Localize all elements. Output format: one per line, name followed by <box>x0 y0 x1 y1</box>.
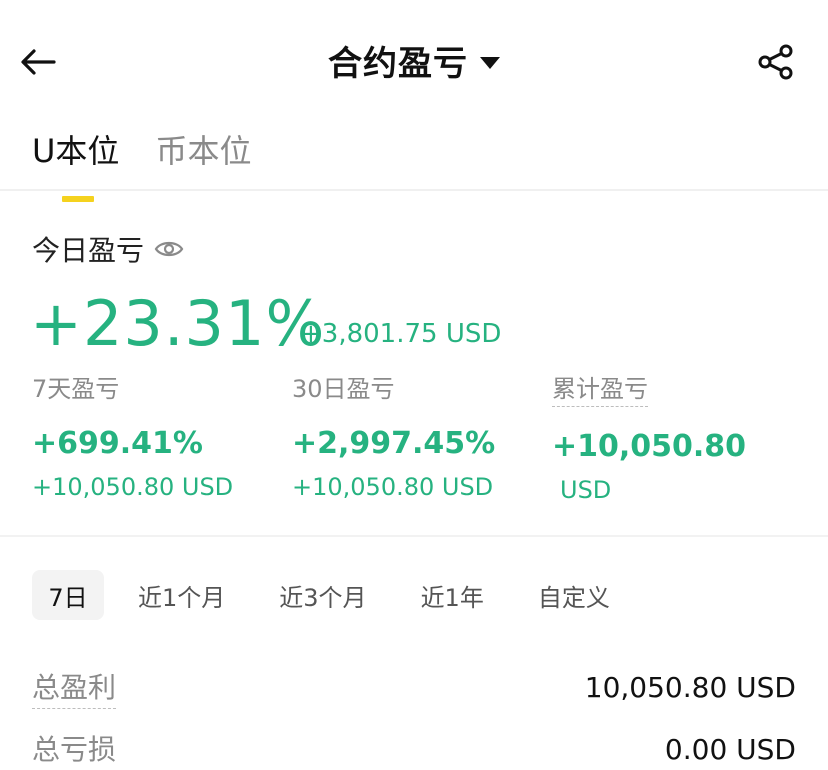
pnl-overview: 今日盈亏 +23.31% +3,801.75 USD 7天盈亏 +699.41%… <box>0 191 828 535</box>
summary-total-profit: 总盈利 10,050.80 USD <box>32 666 796 709</box>
range-7d[interactable]: 7日 <box>32 570 104 620</box>
range-custom[interactable]: 自定义 <box>538 570 610 620</box>
today-label-row: 今日盈亏 <box>32 229 186 269</box>
stat-30d-value: +2,997.45% <box>292 426 496 461</box>
section-divider <box>0 535 828 537</box>
today-pnl-percent: +23.31% <box>30 287 326 360</box>
tab-u-margin[interactable]: U本位 <box>32 126 120 202</box>
range-1y[interactable]: 近1年 <box>421 570 484 620</box>
caret-down-icon[interactable] <box>480 56 500 69</box>
tab-coin-margin[interactable]: 币本位 <box>155 126 251 192</box>
summary-total-loss: 总亏损 0.00 USD <box>32 728 796 770</box>
share-icon <box>758 44 793 80</box>
range-3m[interactable]: 近3个月 <box>279 570 366 620</box>
tab-u-margin-label: U本位 <box>32 132 120 170</box>
stat-7d: 7天盈亏 +699.41% +10,050.80 USD <box>32 369 292 501</box>
total-loss-value: 0.00 USD <box>664 733 796 766</box>
time-range-selector: 7日 近1个月 近3个月 近1年 自定义 <box>32 570 610 620</box>
stat-30d: 30日盈亏 +2,997.45% +10,050.80 USD <box>292 369 552 501</box>
stat-7d-value: +699.41% <box>32 426 203 461</box>
stat-7d-label: 7天盈亏 <box>32 375 120 403</box>
total-profit-label[interactable]: 总盈利 <box>32 666 117 709</box>
stat-30d-usd: +10,050.80 USD <box>292 473 494 501</box>
header-bar: 合约盈亏 <box>0 0 828 120</box>
eye-icon[interactable] <box>154 237 186 261</box>
stat-cumulative-label[interactable]: 累计盈亏 <box>552 369 648 407</box>
total-profit-value: 10,050.80 USD <box>584 671 796 704</box>
range-1m[interactable]: 近1个月 <box>138 570 225 620</box>
total-loss-label[interactable]: 总亏损 <box>32 728 116 770</box>
page-title: 合约盈亏 <box>328 44 468 84</box>
stat-30d-label: 30日盈亏 <box>292 375 395 403</box>
stat-cumulative: 累计盈亏 +10,050.80 USD <box>552 369 812 504</box>
stat-cumulative-value: +10,050.80 <box>552 429 747 464</box>
tab-coin-margin-label: 币本位 <box>155 132 252 170</box>
today-pnl-label: 今日盈亏 <box>32 234 145 267</box>
stat-7d-usd: +10,050.80 USD <box>32 473 234 501</box>
margin-type-tabs: U本位 币本位 <box>32 126 251 202</box>
title-dropdown[interactable]: 合约盈亏 <box>0 36 828 85</box>
today-pnl-usd: +3,801.75 USD <box>300 319 502 349</box>
share-button[interactable] <box>754 40 798 84</box>
stat-cumulative-usd: USD <box>560 476 612 504</box>
